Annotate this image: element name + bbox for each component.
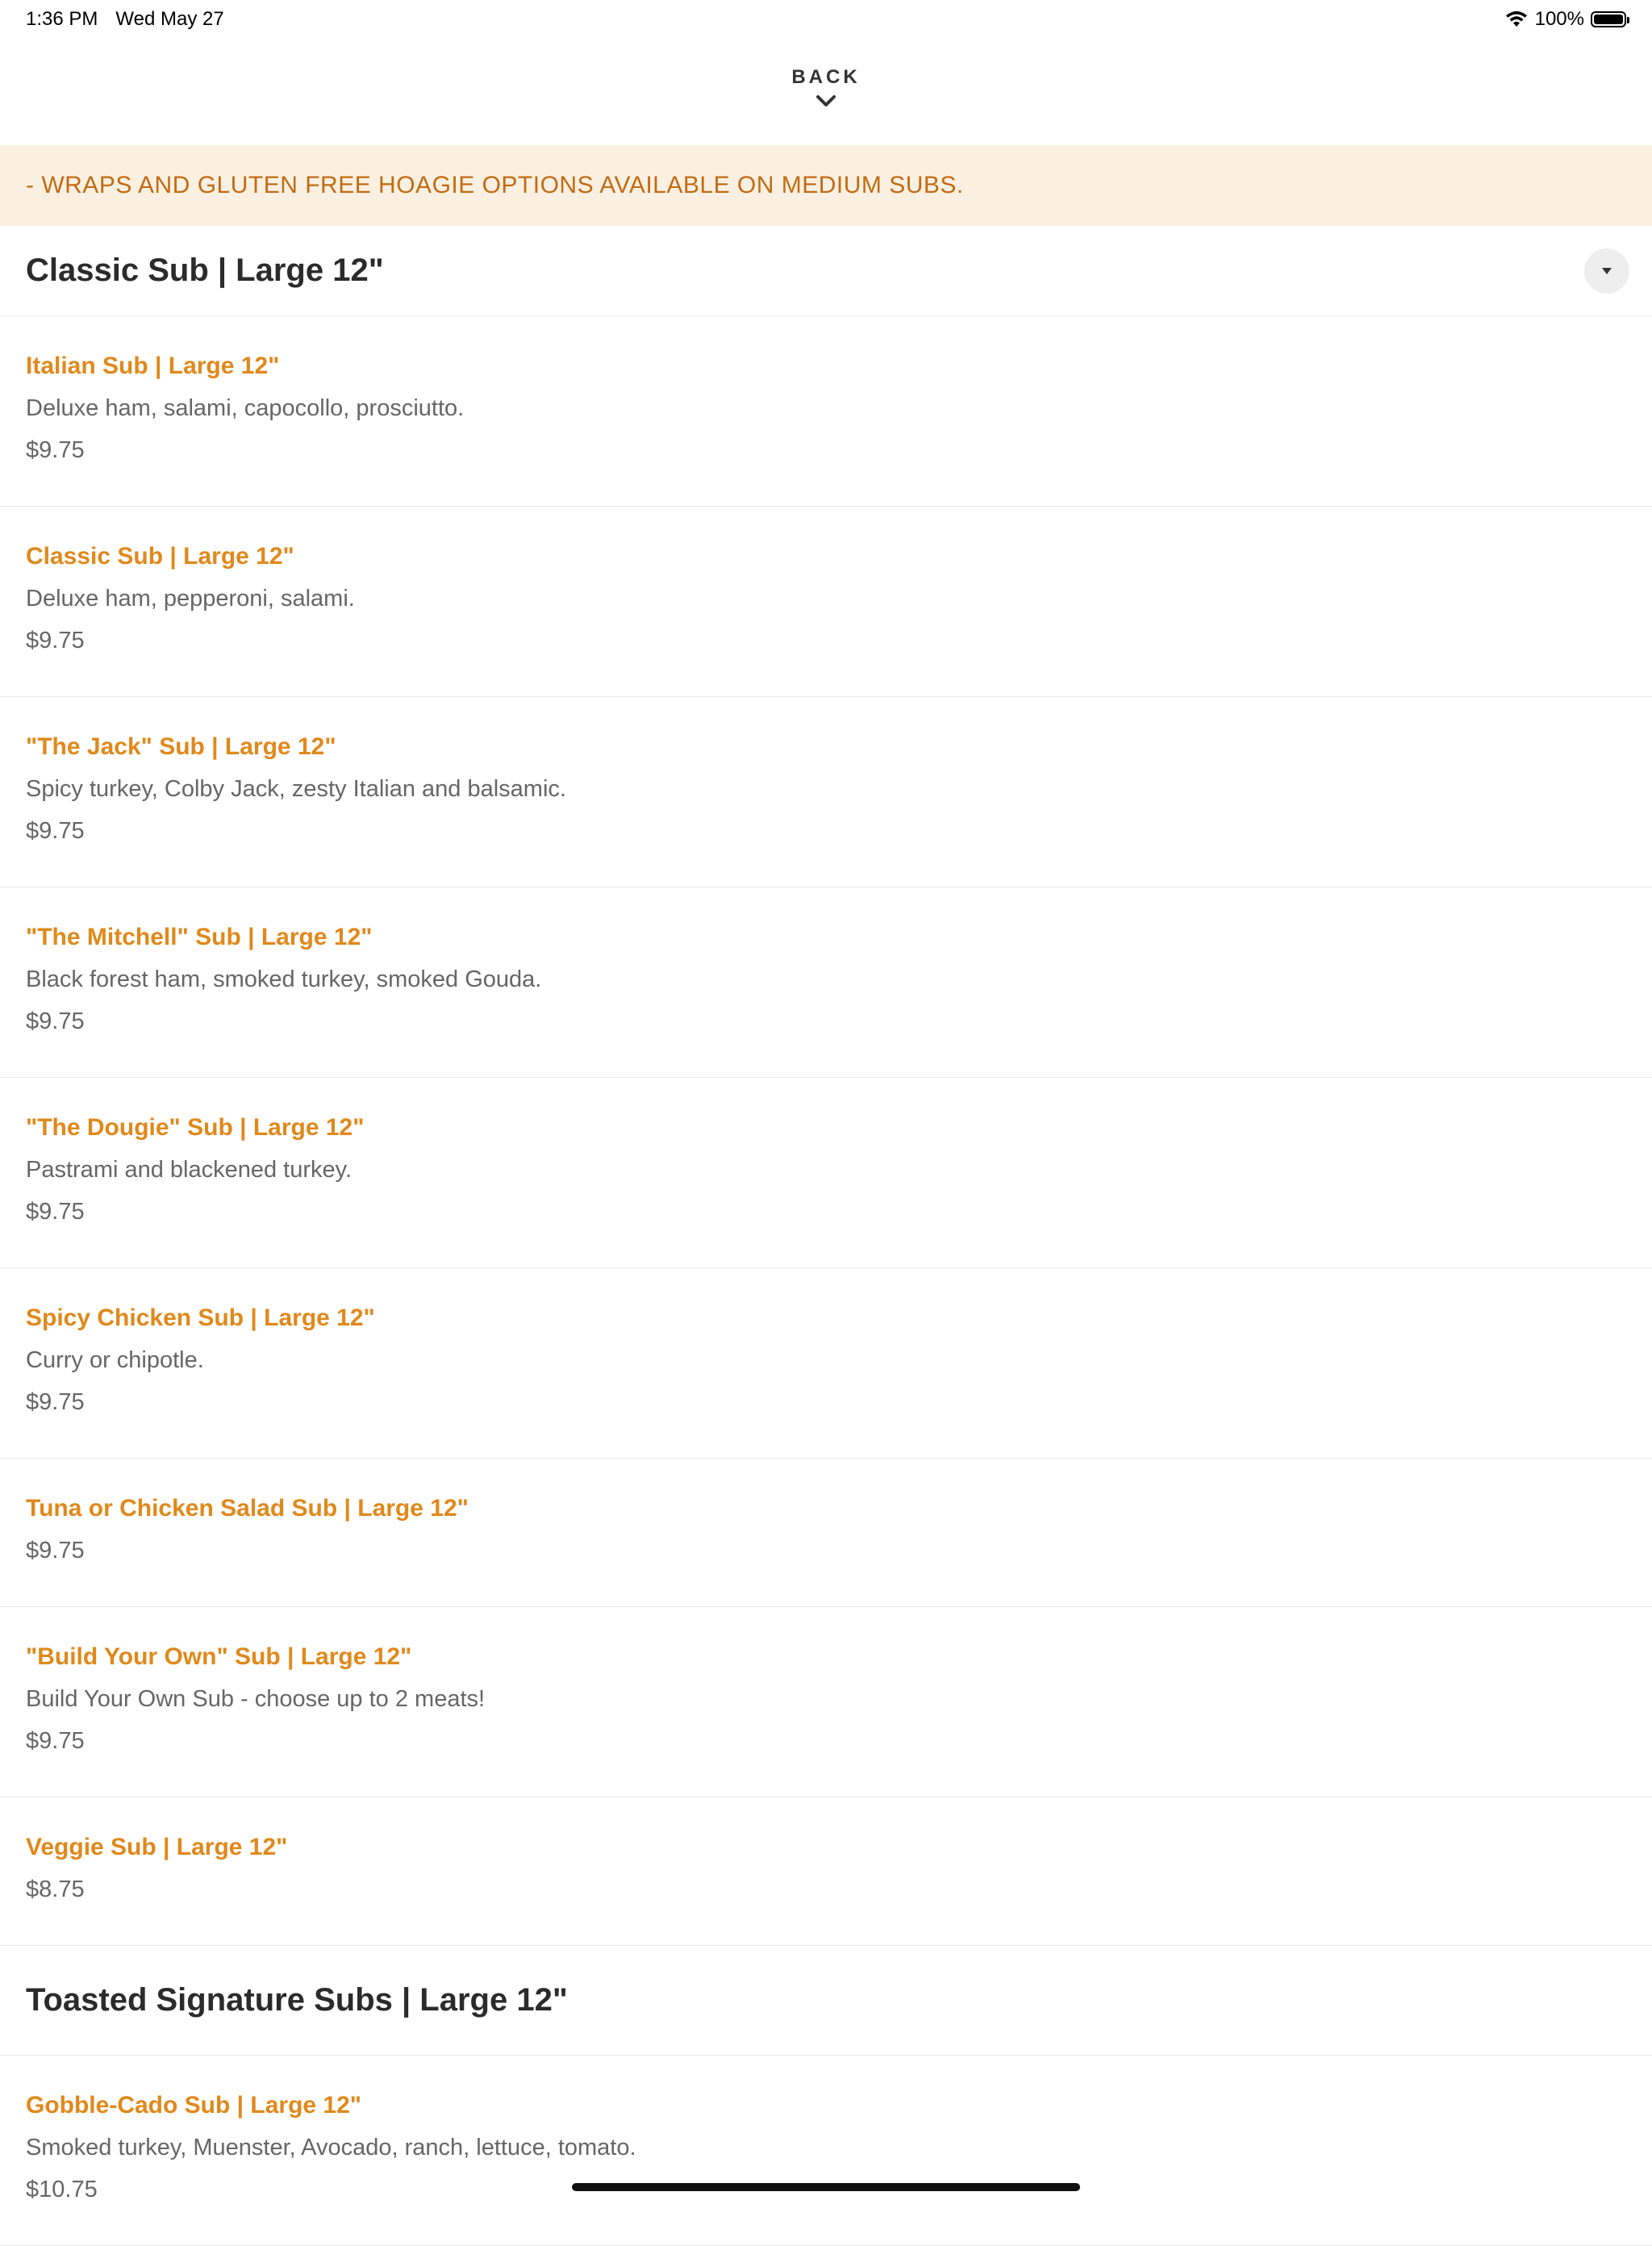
section-title: Toasted Signature Subs | Large 12": [26, 1982, 568, 2018]
item-description: Build Your Own Sub - choose up to 2 meat…: [26, 1686, 486, 1712]
item-price: $9.75: [26, 1538, 85, 1563]
item-description: Smoked turkey, Muenster, Avocado, ranch,…: [26, 2135, 636, 2160]
battery-percent: 100%: [1534, 8, 1584, 30]
item-name: Spicy Chicken Sub | Large 12": [26, 1305, 375, 1331]
status-time: 1:36 PM: [26, 8, 98, 30]
item-name: "The Mitchell" Sub | Large 12": [26, 924, 373, 950]
notice-banner: - WRAPS AND GLUTEN FREE HOAGIE OPTIONS A…: [0, 145, 1652, 226]
item-price: $9.75: [26, 1199, 85, 1225]
item-description: Spicy turkey, Colby Jack, zesty Italian …: [26, 776, 566, 802]
item-name: "Build Your Own" Sub | Large 12": [26, 1643, 412, 1670]
menu-item[interactable]: Tuna or Chicken Salad Sub | Large 12" $9…: [0, 1459, 1652, 1607]
menu-item[interactable]: "Build Your Own" Sub | Large 12" Build Y…: [0, 1607, 1652, 1797]
item-name: "The Jack" Sub | Large 12": [26, 733, 336, 760]
item-description: Pastrami and blackened turkey.: [26, 1157, 353, 1183]
status-date: Wed May 27: [115, 8, 224, 30]
menu-item[interactable]: Gobble-Cado Sub | Large 12" Smoked turke…: [0, 2056, 1652, 2246]
menu-item[interactable]: Veggie Sub | Large 12" $8.75: [0, 1797, 1652, 1946]
item-price: $9.75: [26, 437, 85, 463]
item-name: Classic Sub | Large 12": [26, 543, 294, 570]
item-name: Italian Sub | Large 12": [26, 353, 280, 379]
back-label: BACK: [791, 66, 861, 88]
status-left: 1:36 PM Wed May 27: [26, 8, 224, 31]
menu-content: Classic Sub | Large 12" Italian Sub | La…: [0, 226, 1652, 2246]
item-price: $9.75: [26, 628, 85, 653]
item-name: Gobble-Cado Sub | Large 12": [26, 2092, 362, 2119]
battery-icon: [1591, 11, 1629, 27]
status-bar: 1:36 PM Wed May 27 100%: [0, 0, 1652, 39]
section-title: Classic Sub | Large 12": [26, 253, 384, 288]
menu-item[interactable]: Classic Sub | Large 12" Deluxe ham, pepp…: [0, 507, 1652, 697]
item-price: $9.75: [26, 818, 85, 844]
menu-item[interactable]: "The Dougie" Sub | Large 12" Pastrami an…: [0, 1078, 1652, 1268]
item-price: $9.75: [26, 1728, 85, 1754]
section-header-toasted-signature-subs[interactable]: Toasted Signature Subs | Large 12": [0, 1946, 1652, 2056]
menu-item[interactable]: Spicy Chicken Sub | Large 12" Curry or c…: [0, 1268, 1652, 1459]
item-description: Black forest ham, smoked turkey, smoked …: [26, 966, 542, 992]
item-description: Deluxe ham, salami, capocollo, prosciutt…: [26, 395, 465, 421]
wifi-icon: [1505, 10, 1527, 27]
item-price: $8.75: [26, 1877, 85, 1902]
item-price: $9.75: [26, 1008, 85, 1034]
item-name: "The Dougie" Sub | Large 12": [26, 1114, 365, 1141]
item-name: Tuna or Chicken Salad Sub | Large 12": [26, 1495, 469, 1522]
home-indicator[interactable]: [572, 2183, 1080, 2191]
collapse-button[interactable]: [1584, 248, 1629, 294]
item-name: Veggie Sub | Large 12": [26, 1834, 288, 1860]
section-header-classic-sub[interactable]: Classic Sub | Large 12": [0, 226, 1652, 316]
banner-text: - WRAPS AND GLUTEN FREE HOAGIE OPTIONS A…: [26, 172, 964, 198]
item-price: $9.75: [26, 1389, 85, 1415]
chevron-down-icon: [816, 95, 836, 106]
menu-item[interactable]: Italian Sub | Large 12" Deluxe ham, sala…: [0, 316, 1652, 507]
back-button[interactable]: BACK: [0, 66, 1652, 108]
menu-item[interactable]: "The Jack" Sub | Large 12" Spicy turkey,…: [0, 697, 1652, 887]
status-right: 100%: [1504, 8, 1629, 31]
menu-item[interactable]: "The Mitchell" Sub | Large 12" Black for…: [0, 887, 1652, 1078]
caret-down-icon: [1602, 267, 1612, 274]
item-description: Deluxe ham, pepperoni, salami.: [26, 586, 355, 612]
item-description: Curry or chipotle.: [26, 1347, 204, 1373]
